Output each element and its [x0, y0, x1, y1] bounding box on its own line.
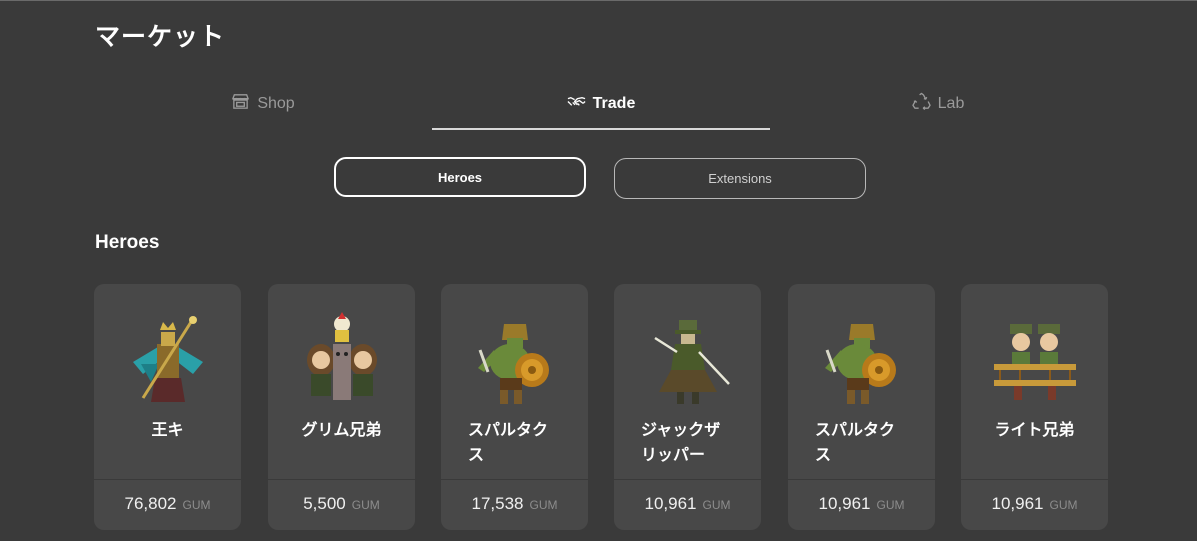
tab-shop-label: Shop	[257, 95, 295, 112]
card-divider	[961, 479, 1108, 480]
card-divider	[441, 479, 588, 480]
price-row: 10,961 GUM	[961, 494, 1108, 514]
card-divider	[788, 479, 935, 480]
hero-name: 王キ	[151, 420, 184, 439]
jack-the-ripper-art	[614, 302, 761, 412]
hero-price: 10,961	[644, 494, 697, 513]
hero-price: 10,961	[991, 494, 1044, 513]
hero-card[interactable]: スパルタクス 17,538 GUM	[441, 284, 588, 530]
hero-name: ライト兄弟	[994, 420, 1075, 439]
hero-name: ジャックザリッパー	[641, 420, 721, 464]
page-title: マーケット	[95, 22, 226, 51]
currency-label: GUM	[529, 498, 558, 512]
currency-label: GUM	[876, 498, 905, 512]
grimm-brothers-art	[268, 302, 415, 412]
handshake-icon	[567, 92, 586, 116]
price-row: 5,500 GUM	[268, 494, 415, 514]
king-hero-art	[94, 302, 241, 412]
top-border	[0, 0, 1197, 1]
tab-lab[interactable]: Lab	[911, 92, 965, 116]
price-row: 10,961 GUM	[788, 494, 935, 514]
subtab-extensions[interactable]: Extensions	[614, 158, 866, 199]
hero-price: 76,802	[124, 494, 177, 513]
currency-label: GUM	[351, 498, 380, 512]
card-divider	[614, 479, 761, 480]
card-divider	[94, 479, 241, 480]
recycle-icon	[911, 92, 931, 116]
hero-card[interactable]: ジャックザリッパー 10,961 GUM	[614, 284, 761, 530]
wright-brothers-art	[961, 302, 1108, 412]
currency-label: GUM	[182, 498, 211, 512]
tab-trade[interactable]: Trade	[566, 92, 636, 116]
tab-lab-label: Lab	[937, 95, 965, 112]
tab-trade-label: Trade	[592, 95, 636, 112]
hero-card[interactable]: 王キ 76,802 GUM	[94, 284, 241, 530]
hero-price: 10,961	[818, 494, 871, 513]
subtab-heroes[interactable]: Heroes	[334, 157, 586, 197]
hero-card[interactable]: ライト兄弟 10,961 GUM	[961, 284, 1108, 530]
price-row: 17,538 GUM	[441, 494, 588, 514]
currency-label: GUM	[1049, 498, 1078, 512]
section-title: Heroes	[95, 232, 160, 253]
hero-card[interactable]: グリム兄弟 5,500 GUM	[268, 284, 415, 530]
price-row: 10,961 GUM	[614, 494, 761, 514]
hero-price: 5,500	[303, 494, 346, 513]
price-row: 76,802 GUM	[94, 494, 241, 514]
active-tab-indicator	[432, 128, 770, 130]
card-divider	[268, 479, 415, 480]
hero-name: スパルタクス	[468, 420, 549, 464]
currency-label: GUM	[702, 498, 731, 512]
hero-name: グリム兄弟	[301, 420, 382, 439]
tab-shop[interactable]: Shop	[231, 92, 295, 116]
spartacus-art	[788, 302, 935, 412]
spartacus-art	[441, 302, 588, 412]
store-icon	[231, 92, 250, 116]
hero-name: スパルタクス	[815, 420, 896, 464]
hero-price: 17,538	[471, 494, 524, 513]
hero-card[interactable]: スパルタクス 10,961 GUM	[788, 284, 935, 530]
